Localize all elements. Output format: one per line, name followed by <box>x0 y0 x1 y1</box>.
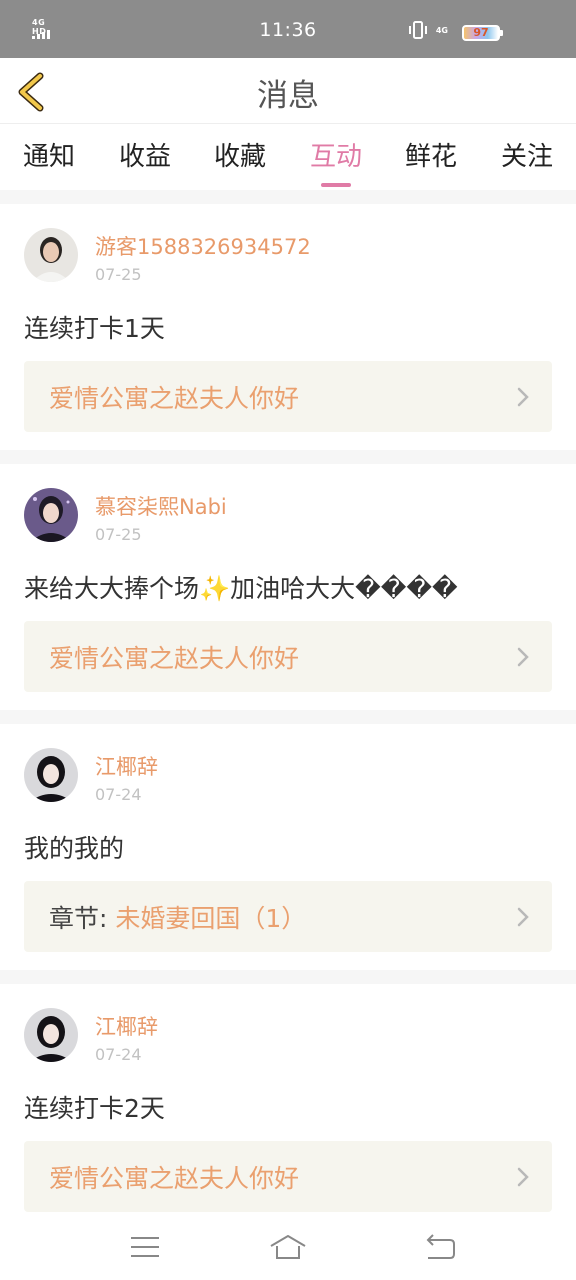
vibrate-icon <box>408 21 427 39</box>
list-item[interactable]: 江椰辞 07-24 我的我的 章节: 未婚妻回国（1） <box>0 724 576 970</box>
page-title: 消息 <box>257 78 319 114</box>
interaction-feed: 游客1588326934572 07-25 连续打卡1天 爱情公寓之赵夫人你好 … <box>0 190 576 1230</box>
ref-text: 章节: 未婚妻回国（1） <box>49 899 306 935</box>
comment-text: 来给大大捧个场✨加油哈大大���� <box>24 574 458 603</box>
tab-label: 通知 <box>22 142 75 172</box>
tab-earnings[interactable]: 收益 <box>105 136 185 173</box>
list-item[interactable]: 江椰辞 07-24 连续打卡2天 爱情公寓之赵夫人你好 <box>0 984 576 1230</box>
divider <box>0 190 576 204</box>
username[interactable]: 游客1588326934572 <box>95 231 311 261</box>
tab-interactions[interactable]: 互动 <box>296 136 376 187</box>
ref-text: 爱情公寓之赵夫人你好 <box>49 639 299 675</box>
list-item[interactable]: 慕容柒熙Nabi 07-25 来给大大捧个场✨加油哈大大���� 爱情公寓之赵夫… <box>0 464 576 710</box>
battery-icon: 97 <box>462 25 503 41</box>
home-icon[interactable] <box>268 1232 308 1262</box>
timestamp: 07-24 <box>95 785 142 804</box>
chapter-reference-link[interactable]: 章节: 未婚妻回国（1） <box>24 881 552 952</box>
timestamp: 07-25 <box>95 525 142 544</box>
back-icon[interactable] <box>420 1232 460 1262</box>
ref-text: 爱情公寓之赵夫人你好 <box>49 379 299 415</box>
comment-text: 连续打卡2天 <box>24 1094 165 1123</box>
tab-label: 互动 <box>309 142 362 172</box>
book-reference-link[interactable]: 爱情公寓之赵夫人你好 <box>24 621 552 692</box>
tab-label: 关注 <box>500 142 553 172</box>
avatar[interactable] <box>24 748 78 802</box>
ref-text: 爱情公寓之赵夫人你好 <box>49 1159 299 1195</box>
avatar[interactable] <box>24 228 78 282</box>
ref-title: 爱情公寓之赵夫人你好 <box>49 644 300 673</box>
timestamp: 07-24 <box>95 1045 142 1064</box>
tab-label: 鲜花 <box>404 142 457 172</box>
ref-title: 未婚妻回国（1） <box>115 904 307 933</box>
chevron-right-icon <box>517 1167 529 1187</box>
tab-following[interactable]: 关注 <box>487 136 567 173</box>
chevron-right-icon <box>517 647 529 667</box>
avatar[interactable] <box>24 488 78 542</box>
divider <box>0 710 576 724</box>
username[interactable]: 江椰辞 <box>95 751 158 781</box>
active-tab-indicator <box>321 183 351 187</box>
network-right-label: 4G <box>435 25 448 35</box>
tab-notifications[interactable]: 通知 <box>9 136 89 173</box>
battery-level: 97 <box>473 26 489 39</box>
header: 消息 <box>0 58 576 124</box>
tab-bar: 通知 收益 收藏 互动 鲜花 关注 <box>0 124 576 190</box>
timestamp: 07-25 <box>95 265 142 284</box>
book-reference-link[interactable]: 爱情公寓之赵夫人你好 <box>24 361 552 432</box>
tab-label: 收益 <box>118 142 171 172</box>
tab-label: 收藏 <box>213 142 266 172</box>
comment-text: 我的我的 <box>24 834 125 863</box>
avatar[interactable] <box>24 1008 78 1062</box>
comment-text: 连续打卡1天 <box>24 314 165 343</box>
tab-favorites[interactable]: 收藏 <box>200 136 280 173</box>
menu-icon[interactable] <box>125 1232 165 1262</box>
ref-title: 爱情公寓之赵夫人你好 <box>49 384 300 413</box>
system-nav-bar <box>0 1212 576 1280</box>
username[interactable]: 江椰辞 <box>95 1011 158 1041</box>
tab-flowers[interactable]: 鲜花 <box>391 136 471 173</box>
chevron-right-icon <box>517 907 529 927</box>
divider <box>0 450 576 464</box>
username[interactable]: 慕容柒熙Nabi <box>95 491 227 521</box>
status-bar: 4G HD 11:36 4G 97 <box>0 0 576 58</box>
book-reference-link[interactable]: 爱情公寓之赵夫人你好 <box>24 1141 552 1212</box>
ref-prefix: 章节: <box>49 904 108 933</box>
ref-title: 爱情公寓之赵夫人你好 <box>49 1164 300 1193</box>
divider <box>0 970 576 984</box>
list-item[interactable]: 游客1588326934572 07-25 连续打卡1天 爱情公寓之赵夫人你好 <box>0 204 576 450</box>
chevron-right-icon <box>517 387 529 407</box>
